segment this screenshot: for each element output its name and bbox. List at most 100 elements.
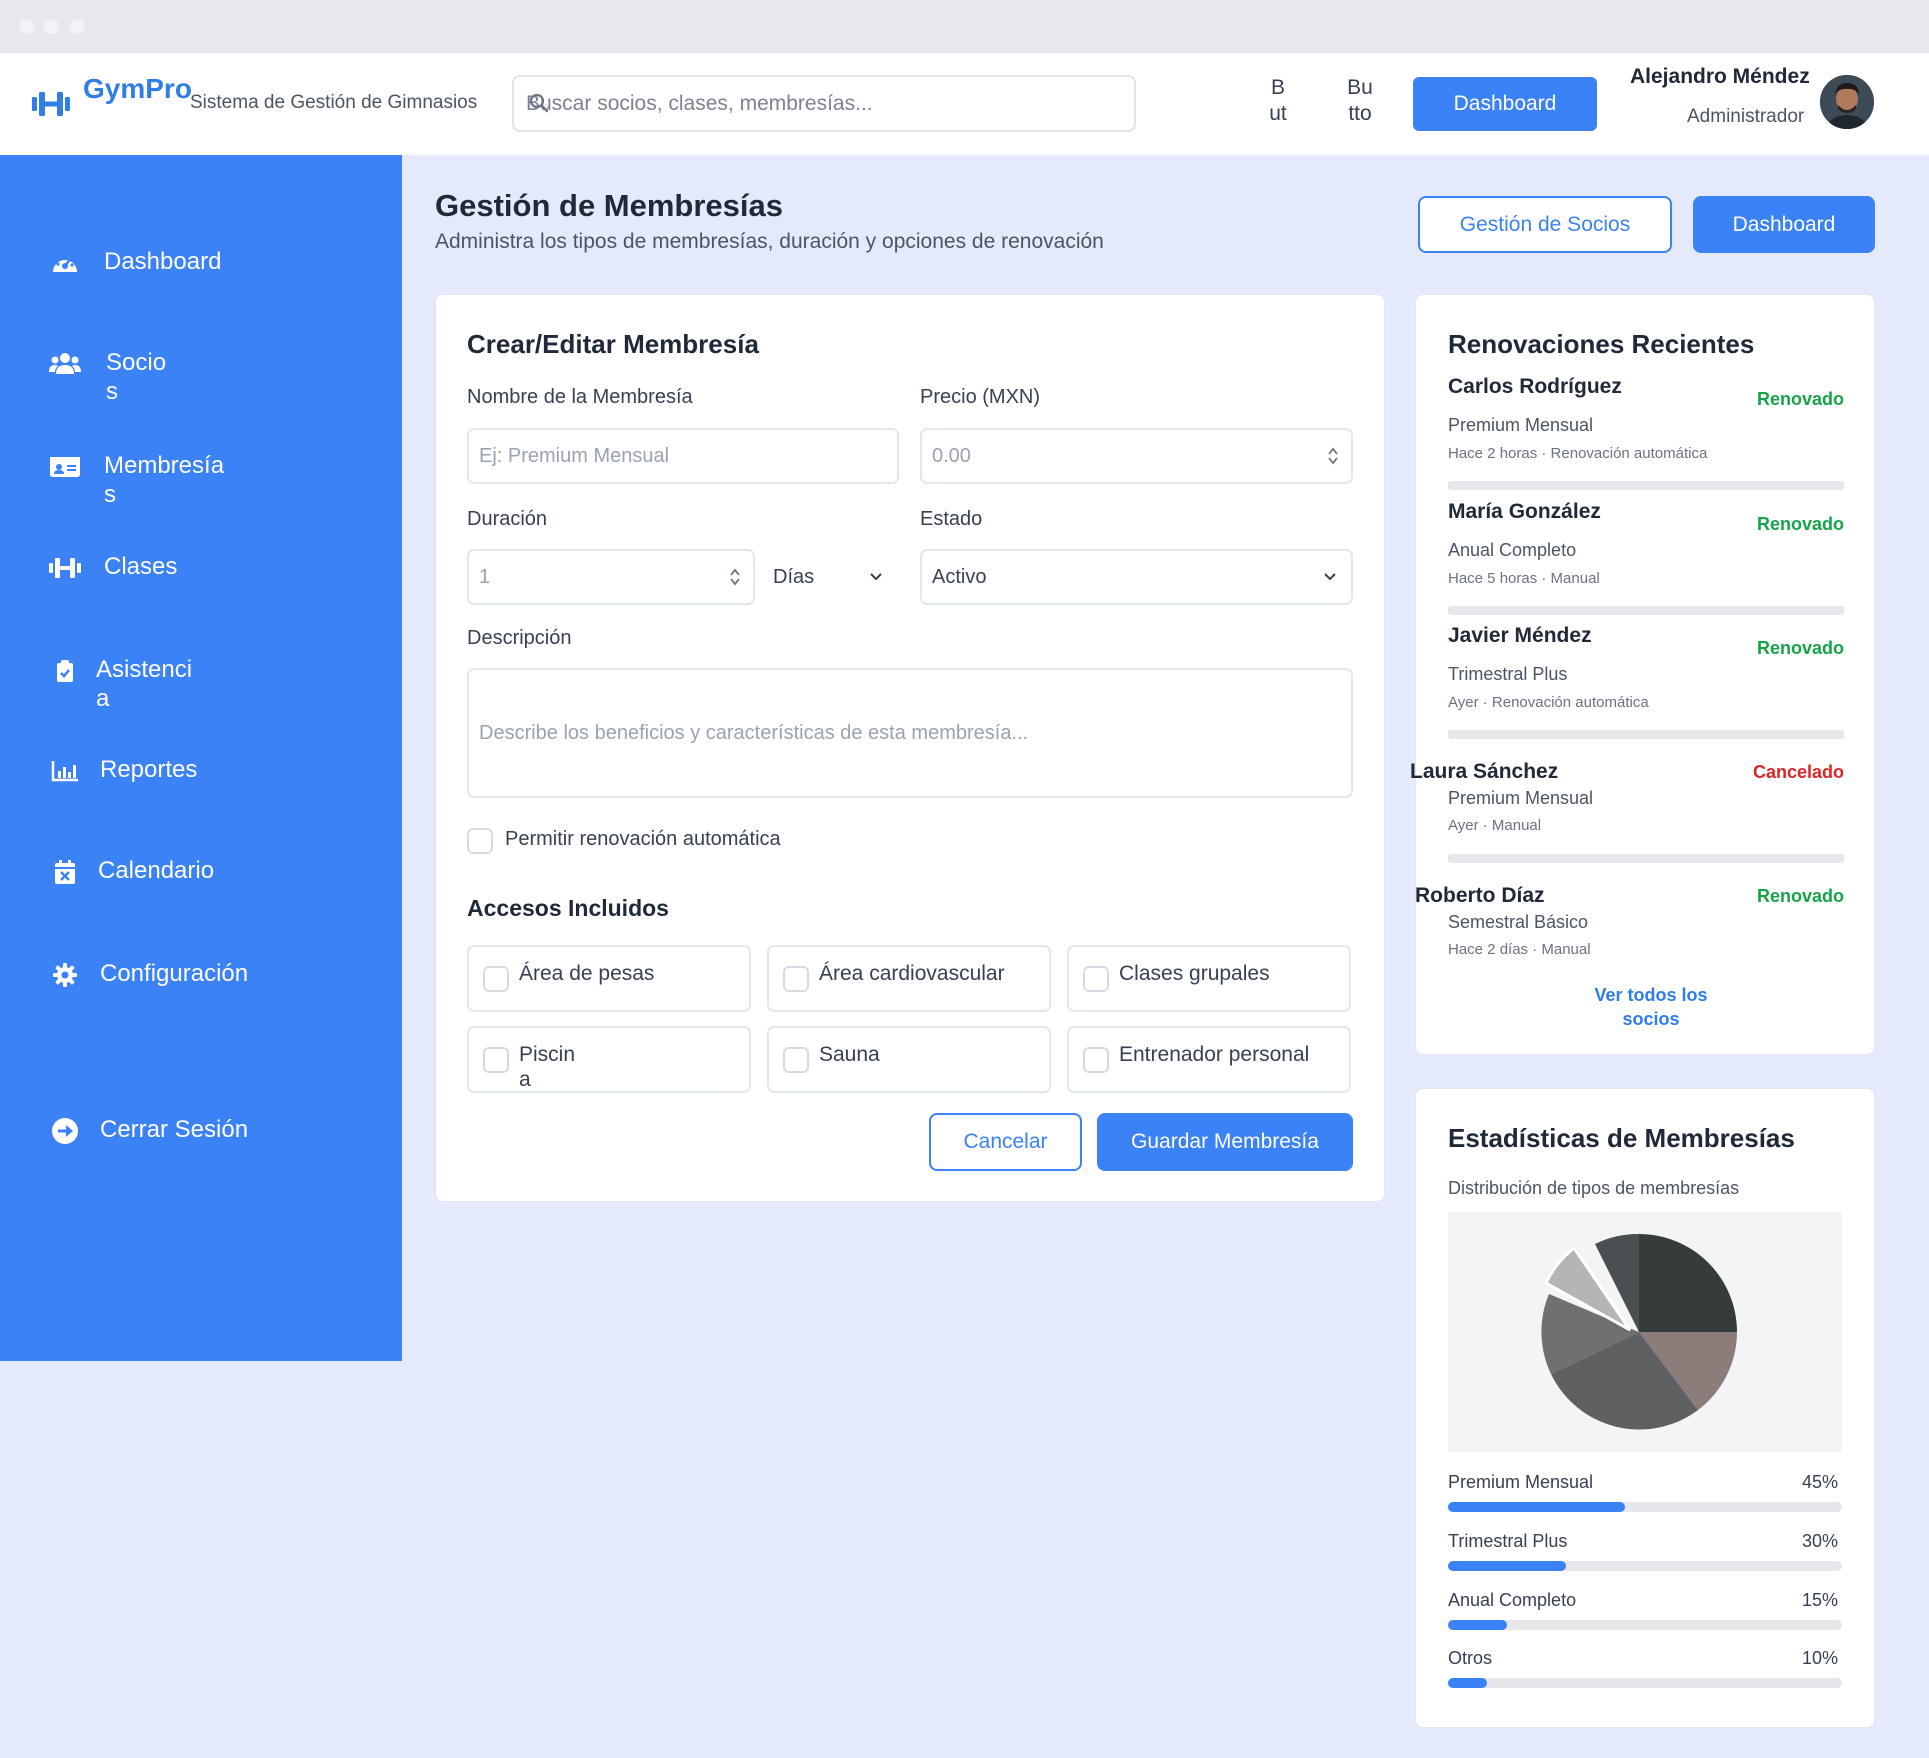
stat-label: Trimestral Plus — [1448, 1531, 1568, 1551]
renewal-meta: Hace 2 días · Manual — [1448, 941, 1591, 958]
duration-field[interactable]: 1 — [467, 549, 755, 605]
renewal-meta: Ayer · Manual — [1448, 817, 1542, 834]
sidebar: Dashboard Socio s Membresía s Clases Asi… — [0, 155, 402, 1361]
header-dashboard-button[interactable]: Dashboard — [1413, 77, 1597, 131]
status-badge: Renovado — [1756, 514, 1844, 534]
sidebar-item-reportes[interactable]: Reportes — [48, 755, 197, 786]
access-checkbox[interactable] — [483, 1047, 509, 1073]
window-minimize-dot[interactable] — [44, 19, 59, 34]
user-name: Alejandro Méndez — [1630, 65, 1810, 88]
auto-renew-label: Permitir renovación automática — [505, 828, 781, 850]
status-select[interactable]: Activo — [920, 549, 1353, 605]
top-header: GymPro Sistema de Gestión de Gimnasios B… — [0, 53, 1929, 155]
view-all-members-link[interactable]: Ver todos los socios — [1576, 983, 1726, 1031]
status-badge: Cancelado — [1752, 762, 1844, 782]
sidebar-item-clases[interactable]: Clases — [48, 552, 177, 583]
renewal-plan: Semestral Básico — [1448, 912, 1589, 932]
cancel-button[interactable]: Cancelar — [929, 1113, 1082, 1171]
access-checkbox[interactable] — [1083, 1047, 1109, 1073]
stats-subtitle: Distribución de tipos de membresías — [1448, 1178, 1740, 1198]
chevron-down-icon — [1324, 573, 1336, 581]
access-checkbox[interactable] — [483, 966, 509, 992]
renewal-name: Carlos Rodríguez — [1448, 375, 1622, 398]
page-dashboard-button[interactable]: Dashboard — [1693, 196, 1875, 253]
access-label: Área cardiovascular — [819, 962, 1005, 985]
auto-renew-checkbox[interactable] — [467, 828, 493, 854]
sidebar-item-dashboard[interactable]: Dashboard — [48, 247, 221, 278]
access-option-clases[interactable]: Clases grupales — [1067, 945, 1351, 1012]
renewal-plan: Trimestral Plus — [1448, 664, 1568, 684]
access-option-sauna[interactable]: Sauna — [767, 1026, 1051, 1093]
list-item[interactable]: Roberto Díaz Renovado Semestral Básico H… — [1415, 884, 1844, 974]
list-item[interactable]: Carlos Rodríguez Renovado Premium Mensua… — [1448, 375, 1844, 490]
access-option-pesas[interactable]: Área de pesas — [467, 945, 751, 1012]
list-item[interactable]: Laura Sánchez Cancelado Premium Mensual … — [1410, 760, 1844, 870]
gestion-socios-button[interactable]: Gestión de Socios — [1418, 196, 1672, 253]
chart-bar-icon — [48, 756, 82, 786]
stat-label: Anual Completo — [1448, 1590, 1577, 1610]
access-option-entrenador[interactable]: Entrenador personal — [1067, 1026, 1351, 1093]
sidebar-item-label: Dashboard — [104, 248, 222, 275]
page-subtitle: Administra los tipos de membresías, dura… — [435, 230, 1104, 253]
users-icon — [48, 349, 82, 379]
brand-name[interactable]: GymPro — [83, 73, 192, 105]
sidebar-item-calendario[interactable]: Calendario — [48, 856, 214, 887]
access-title: Accesos Incluidos — [467, 895, 669, 921]
sidebar-item-label: Membresía s — [104, 452, 225, 508]
recent-renewals-card: Renovaciones Recientes Carlos Rodríguez … — [1410, 294, 1875, 1055]
duration-unit-value: Días — [773, 565, 815, 588]
save-membership-button[interactable]: Guardar Membresía — [1097, 1113, 1353, 1171]
search-input[interactable] — [514, 77, 1134, 130]
sidebar-item-cerrar-sesion[interactable]: Cerrar Sesión — [48, 1115, 248, 1146]
header-button-1[interactable]: B ut — [1262, 75, 1294, 127]
renewal-meta: Hace 2 horas · Renovación automática — [1448, 445, 1708, 462]
pie-slice — [1639, 1234, 1737, 1332]
price-field[interactable]: 0.00 — [920, 428, 1353, 484]
stat-percent: 30% — [1801, 1531, 1838, 1551]
sidebar-item-socios[interactable]: Socio s — [48, 348, 166, 406]
divider — [1448, 730, 1844, 739]
window-close-dot[interactable] — [19, 19, 34, 34]
spinner-icon[interactable] — [729, 567, 741, 587]
access-label: Entrenador personal — [1119, 1043, 1310, 1066]
avatar-portrait-icon — [1820, 75, 1874, 129]
progress-track — [1448, 1561, 1842, 1571]
pie-chart — [1448, 1212, 1842, 1452]
sidebar-item-label: Asistenci a — [96, 656, 193, 712]
window-maximize-dot[interactable] — [70, 19, 85, 34]
access-option-cardio[interactable]: Área cardiovascular — [767, 945, 1051, 1012]
description-textarea[interactable]: Describe los beneficios y característica… — [467, 668, 1353, 798]
access-checkbox[interactable] — [783, 1047, 809, 1073]
name-field[interactable]: Ej: Premium Mensual — [467, 428, 899, 484]
membership-form-card: Crear/Editar Membresía Nombre de la Memb… — [435, 294, 1385, 1202]
stats-title: Estadísticas de Membresías — [1448, 1123, 1795, 1153]
search-icon — [529, 93, 549, 113]
list-item[interactable]: María González Renovado Anual Completo H… — [1448, 500, 1844, 615]
divider — [1448, 481, 1844, 490]
duration-unit-select[interactable]: Días — [761, 549, 899, 605]
brand-subtitle: Sistema de Gestión de Gimnasios — [190, 92, 478, 113]
access-label: Área de pesas — [519, 962, 655, 985]
sidebar-item-membresias[interactable]: Membresía s — [48, 451, 224, 509]
dumbbell-icon — [48, 553, 82, 583]
pie-chart-svg — [1541, 1233, 1737, 1430]
page-title: Gestión de Membresías — [435, 188, 784, 223]
list-item[interactable]: Javier Méndez Renovado Trimestral Plus A… — [1448, 624, 1844, 739]
access-checkbox[interactable] — [783, 966, 809, 992]
membership-stats-card: Estadísticas de Membresías Distribución … — [1415, 1088, 1875, 1728]
chevron-down-icon — [870, 573, 882, 581]
avatar[interactable] — [1820, 75, 1874, 129]
progress-fill — [1448, 1502, 1626, 1512]
renewals-title: Renovaciones Recientes — [1448, 329, 1755, 359]
status-badge: Renovado — [1756, 886, 1844, 906]
search-box[interactable] — [512, 75, 1136, 132]
access-checkbox[interactable] — [1083, 966, 1109, 992]
sidebar-item-asistencia[interactable]: Asistenci a — [48, 655, 192, 713]
sidebar-item-configuracion[interactable]: Configuración — [48, 959, 248, 990]
status-badge: Renovado — [1756, 389, 1844, 409]
renewal-name: María González — [1448, 500, 1601, 523]
renewal-meta: Ayer · Renovación automática — [1448, 694, 1649, 711]
spinner-icon[interactable] — [1327, 446, 1339, 466]
header-button-2[interactable]: Bu tto — [1340, 75, 1380, 127]
access-option-piscina[interactable]: Piscin a — [467, 1026, 751, 1093]
